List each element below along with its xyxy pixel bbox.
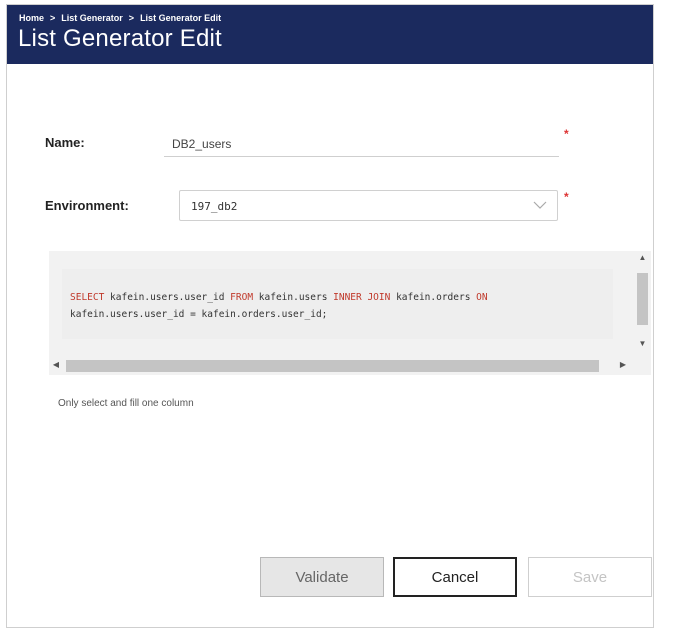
breadcrumb: Home > List Generator > List Generator E… — [19, 13, 221, 23]
horizontal-scrollbar[interactable]: ◀ ▶ — [49, 357, 634, 375]
name-required-marker: * — [564, 127, 569, 141]
breadcrumb-current: List Generator Edit — [140, 13, 222, 23]
sql-text: kafein.users — [253, 292, 334, 303]
environment-select[interactable]: 197_db2 — [179, 190, 558, 221]
environment-label: Environment: — [45, 198, 129, 213]
breadcrumb-home[interactable]: Home — [19, 13, 44, 23]
sql-code-area[interactable]: SELECT kafein.users.user_id FROM kafein.… — [62, 269, 613, 339]
scroll-right-icon[interactable]: ▶ — [616, 360, 630, 369]
column-hint: Only select and fill one column — [58, 398, 194, 409]
page-header: Home > List Generator > List Generator E… — [7, 5, 653, 64]
breadcrumb-separator: > — [128, 13, 135, 23]
breadcrumb-separator: > — [50, 13, 56, 23]
sql-keyword: FROM — [230, 292, 254, 303]
name-label: Name: — [45, 135, 85, 150]
sql-code: SELECT kafein.users.user_id FROM kafein.… — [70, 289, 488, 323]
horizontal-scroll-thumb[interactable] — [66, 360, 599, 372]
name-field[interactable]: DB2_users — [164, 127, 559, 157]
environment-required-marker: * — [564, 190, 569, 204]
sql-editor[interactable]: SELECT kafein.users.user_id FROM kafein.… — [49, 251, 651, 375]
breadcrumb-list-generator[interactable]: List Generator — [61, 13, 123, 23]
vertical-scrollbar[interactable]: ▲ ▼ — [634, 251, 651, 357]
chevron-down-icon — [533, 201, 547, 209]
sql-text: kafein.users.user_id — [104, 292, 231, 303]
sql-keyword: SELECT — [70, 292, 105, 303]
scroll-up-icon[interactable]: ▲ — [634, 253, 651, 262]
page-title: List Generator Edit — [18, 25, 222, 52]
save-button[interactable]: Save — [528, 557, 652, 597]
page-frame: Home > List Generator > List Generator E… — [6, 4, 654, 628]
sql-keyword: INNER JOIN — [333, 292, 391, 303]
sql-text: kafein.users.user_id = kafein.orders.use… — [70, 309, 328, 320]
scroll-left-icon[interactable]: ◀ — [49, 360, 63, 369]
sql-keyword: ON — [476, 292, 488, 303]
sql-text: kafein.orders — [390, 292, 477, 303]
cancel-button[interactable]: Cancel — [393, 557, 517, 597]
scroll-down-icon[interactable]: ▼ — [634, 339, 651, 348]
validate-button[interactable]: Validate — [260, 557, 384, 597]
vertical-scroll-thumb[interactable] — [637, 273, 648, 325]
environment-select-value: 197_db2 — [191, 200, 238, 213]
